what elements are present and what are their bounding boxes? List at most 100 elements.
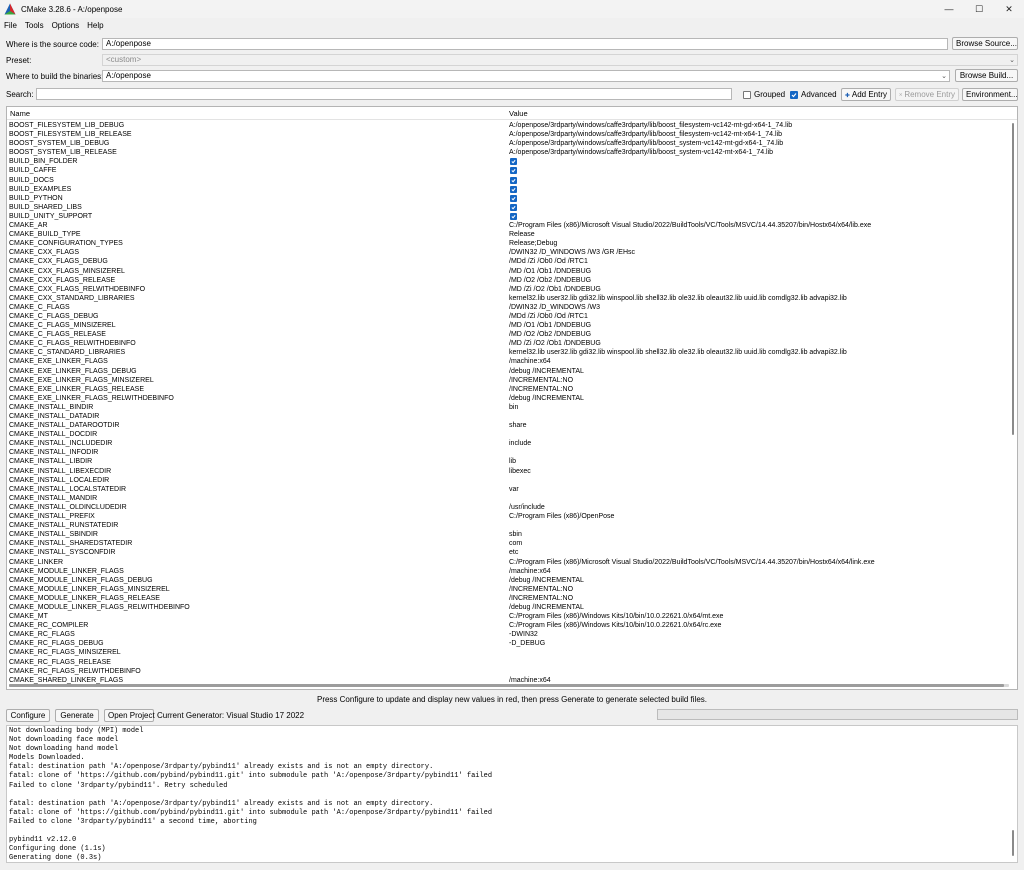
table-row[interactable]: BUILD_CAFFE: [7, 166, 1007, 175]
table-row[interactable]: CMAKE_C_STANDARD_LIBRARIES kernel32.lib u…: [7, 348, 1007, 357]
source-path-combo[interactable]: A:/openpose: [102, 38, 948, 50]
table-row[interactable]: BUILD_PYTHON: [7, 194, 1007, 203]
table-row[interactable]: CMAKE_LINKER C:/Program Files (x86)/Micro…: [7, 558, 1007, 567]
advanced-checkbox[interactable]: Advanced: [790, 90, 837, 99]
table-row[interactable]: BUILD_DOCS: [7, 176, 1007, 185]
cache-entry-value[interactable]: kernel32.lib user32.lib gdi32.lib winspo…: [509, 294, 847, 303]
table-row[interactable]: CMAKE_CXX_FLAGS_RELEASE/MD /O2 /Ob2 /DND…: [7, 276, 1007, 285]
table-row[interactable]: CMAKE_INSTALL_PREFIX C:/Program Files (x8…: [7, 512, 1007, 521]
close-button[interactable]: ✕: [994, 0, 1024, 18]
cache-entry-checkbox[interactable]: [510, 185, 517, 193]
table-row[interactable]: CMAKE_C_FLAGS_RELEASE/MD /O2 /Ob2 /DNDEB…: [7, 330, 1007, 339]
table-row[interactable]: CMAKE_MODULE_LINKER_FLAGS_RELWITHDEBINFO…: [7, 603, 1007, 612]
table-row[interactable]: CMAKE_CXX_FLAGS_MINSIZEREL/MD /O1 /Ob1 /…: [7, 267, 1007, 276]
table-row[interactable]: BUILD_SHARED_LIBS: [7, 203, 1007, 212]
table-row[interactable]: CMAKE_INSTALL_LOCALEDIR: [7, 476, 1007, 485]
table-row[interactable]: CMAKE_C_FLAGS_RELWITHDEBINFO/MD /Zi /O2 …: [7, 339, 1007, 348]
environment-button[interactable]: Environment...: [962, 88, 1018, 101]
configure-button[interactable]: Configure: [6, 709, 50, 722]
table-row[interactable]: CMAKE_CXX_FLAGS_DEBUG/MDd /Zi /Ob0 /Od /…: [7, 257, 1007, 266]
table-row[interactable]: CMAKE_INSTALL_RUNSTATEDIR: [7, 521, 1007, 530]
cache-entry-value[interactable]: /MD /O1 /Ob1 /DNDEBUG: [509, 267, 591, 276]
table-row[interactable]: CMAKE_INSTALL_INCLUDEDIR include: [7, 439, 1007, 448]
table-row[interactable]: CMAKE_CXX_FLAGS_RELWITHDEBINFO/MD /Zi /O…: [7, 285, 1007, 294]
table-row[interactable]: CMAKE_MODULE_LINKER_FLAGS_MINSIZEREL/INC…: [7, 585, 1007, 594]
table-row[interactable]: CMAKE_EXE_LINKER_FLAGS_DEBUG/debug /INCR…: [7, 367, 1007, 376]
cache-entry-value[interactable]: /MD /Zi /O2 /Ob1 /DNDEBUG: [509, 285, 601, 294]
cache-entry-value[interactable]: A:/openpose/3rdparty/windows/caffe3rdpar…: [509, 130, 782, 139]
cache-entry-checkbox[interactable]: [510, 194, 517, 202]
table-row[interactable]: CMAKE_INSTALL_SYSCONFDIR etc: [7, 548, 1007, 557]
cache-entry-value[interactable]: bin: [509, 403, 518, 412]
cache-entry-value[interactable]: A:/openpose/3rdparty/windows/caffe3rdpar…: [509, 121, 792, 130]
open-project-button[interactable]: Open Project: [104, 709, 155, 722]
cache-entry-value[interactable]: /INCREMENTAL:NO: [509, 385, 573, 394]
table-row[interactable]: CMAKE_MODULE_LINKER_FLAGS_RELEASE/INCREM…: [7, 594, 1007, 603]
cache-entry-value[interactable]: /INCREMENTAL:NO: [509, 585, 573, 594]
column-header-value[interactable]: Value: [509, 109, 528, 118]
table-row[interactable]: CMAKE_EXE_LINKER_FLAGS_RELWITHDEBINFO/de…: [7, 394, 1007, 403]
table-row[interactable]: CMAKE_RC_FLAGS_DEBUG -D_DEBUG: [7, 639, 1007, 648]
table-row[interactable]: CMAKE_INSTALL_MANDIR: [7, 494, 1007, 503]
cache-entry-value[interactable]: /debug /INCREMENTAL: [509, 367, 584, 376]
cache-entry-value[interactable]: -D_DEBUG: [509, 639, 545, 648]
table-row[interactable]: CMAKE_INSTALL_LOCALSTATEDIR var: [7, 485, 1007, 494]
cache-entry-value[interactable]: /usr/include: [509, 503, 545, 512]
table-row[interactable]: BUILD_BIN_FOLDER: [7, 157, 1007, 166]
table-row[interactable]: CMAKE_RC_FLAGS_RELWITHDEBINFO: [7, 667, 1007, 676]
cache-entry-value[interactable]: -DWIN32: [509, 630, 538, 639]
table-row[interactable]: CMAKE_RC_FLAGS -DWIN32: [7, 630, 1007, 639]
cache-entry-value[interactable]: /DWIN32 /D_WINDOWS /W3 /GR /EHsc: [509, 248, 635, 257]
table-row[interactable]: CMAKE_C_FLAGS_MINSIZEREL/MD /O1 /Ob1 /DN…: [7, 321, 1007, 330]
menu-file[interactable]: File: [0, 21, 21, 30]
table-row[interactable]: CMAKE_MODULE_LINKER_FLAGS_DEBUG/debug /I…: [7, 576, 1007, 585]
cache-entry-value[interactable]: var: [509, 485, 519, 494]
menu-options[interactable]: Options: [48, 21, 84, 30]
table-row[interactable]: CMAKE_INSTALL_BINDIR bin: [7, 403, 1007, 412]
cache-entry-value[interactable]: A:/openpose/3rdparty/windows/caffe3rdpar…: [509, 148, 773, 157]
cache-entry-value[interactable]: etc: [509, 548, 518, 557]
cache-entry-value[interactable]: /debug /INCREMENTAL: [509, 576, 584, 585]
cache-entry-value[interactable]: Release: [509, 230, 535, 239]
cache-entry-value[interactable]: C:/Program Files (x86)/Microsoft Visual …: [509, 558, 875, 567]
cache-entry-checkbox[interactable]: [510, 176, 517, 184]
table-row[interactable]: BUILD_UNITY_SUPPORT: [7, 212, 1007, 221]
add-entry-button[interactable]: Add Entry: [841, 88, 891, 101]
cache-entry-value[interactable]: /DWIN32 /D_WINDOWS /W3: [509, 303, 600, 312]
cache-entry-value[interactable]: share: [509, 421, 527, 430]
table-row[interactable]: CMAKE_INSTALL_SBINDIR sbin: [7, 530, 1007, 539]
build-path-combo[interactable]: A:/openpose ⌄: [102, 70, 950, 82]
grouped-checkbox[interactable]: Grouped: [743, 90, 785, 99]
table-row[interactable]: CMAKE_CONFIGURATION_TYPES Release;Debug: [7, 239, 1007, 248]
table-row[interactable]: CMAKE_MODULE_LINKER_FLAGS/machine:x64: [7, 567, 1007, 576]
table-row[interactable]: CMAKE_INSTALL_DATADIR: [7, 412, 1007, 421]
remove-entry-button[interactable]: Remove Entry: [895, 88, 959, 101]
maximize-button[interactable]: ☐: [964, 0, 994, 18]
table-row[interactable]: CMAKE_EXE_LINKER_FLAGS_RELEASE/INCREMENT…: [7, 385, 1007, 394]
output-log[interactable]: Not downloading body (MPI) model Not down…: [6, 725, 1018, 863]
browse-source-button[interactable]: Browse Source...: [952, 37, 1018, 50]
table-horizontal-scrollbar[interactable]: [9, 684, 1004, 687]
table-row[interactable]: CMAKE_INSTALL_OLDINCLUDEDIR/usr/include: [7, 503, 1007, 512]
table-row[interactable]: CMAKE_RC_FLAGS_MINSIZEREL: [7, 648, 1007, 657]
table-row[interactable]: CMAKE_EXE_LINKER_FLAGS_MINSIZEREL/INCREM…: [7, 376, 1007, 385]
column-header-name[interactable]: Name: [10, 109, 30, 118]
cache-entry-value[interactable]: Release;Debug: [509, 239, 557, 248]
table-row[interactable]: CMAKE_INSTALL_LIBEXECDIR libexec: [7, 467, 1007, 476]
table-row[interactable]: CMAKE_CXX_FLAGS/DWIN32 /D_WINDOWS /W3 /G…: [7, 248, 1007, 257]
cache-entry-value[interactable]: /INCREMENTAL:NO: [509, 376, 573, 385]
cache-entry-value[interactable]: /MDd /Zi /Ob0 /Od /RTC1: [509, 257, 588, 266]
cache-entry-value[interactable]: /MDd /Zi /Ob0 /Od /RTC1: [509, 312, 588, 321]
table-row[interactable]: CMAKE_MT C:/Program Files (x86)/Windows K…: [7, 612, 1007, 621]
cache-entry-value[interactable]: /MD /O2 /Ob2 /DNDEBUG: [509, 330, 591, 339]
cache-entry-value[interactable]: A:/openpose/3rdparty/windows/caffe3rdpar…: [509, 139, 783, 148]
minimize-button[interactable]: —: [934, 0, 964, 18]
table-row[interactable]: CMAKE_RC_FLAGS_RELEASE: [7, 658, 1007, 667]
cache-entry-checkbox[interactable]: [510, 167, 517, 175]
cache-entry-value[interactable]: /MD /O1 /Ob1 /DNDEBUG: [509, 321, 591, 330]
browse-build-button[interactable]: Browse Build...: [955, 69, 1018, 82]
cache-entry-value[interactable]: C:/Program Files (x86)/Microsoft Visual …: [509, 221, 871, 230]
cache-entry-value[interactable]: C:/Program Files (x86)/OpenPose: [509, 512, 614, 521]
table-row[interactable]: CMAKE_RC_COMPILER C:/Program Files (x86)/…: [7, 621, 1007, 630]
table-row[interactable]: CMAKE_C_FLAGS/DWIN32 /D_WINDOWS /W3: [7, 303, 1007, 312]
